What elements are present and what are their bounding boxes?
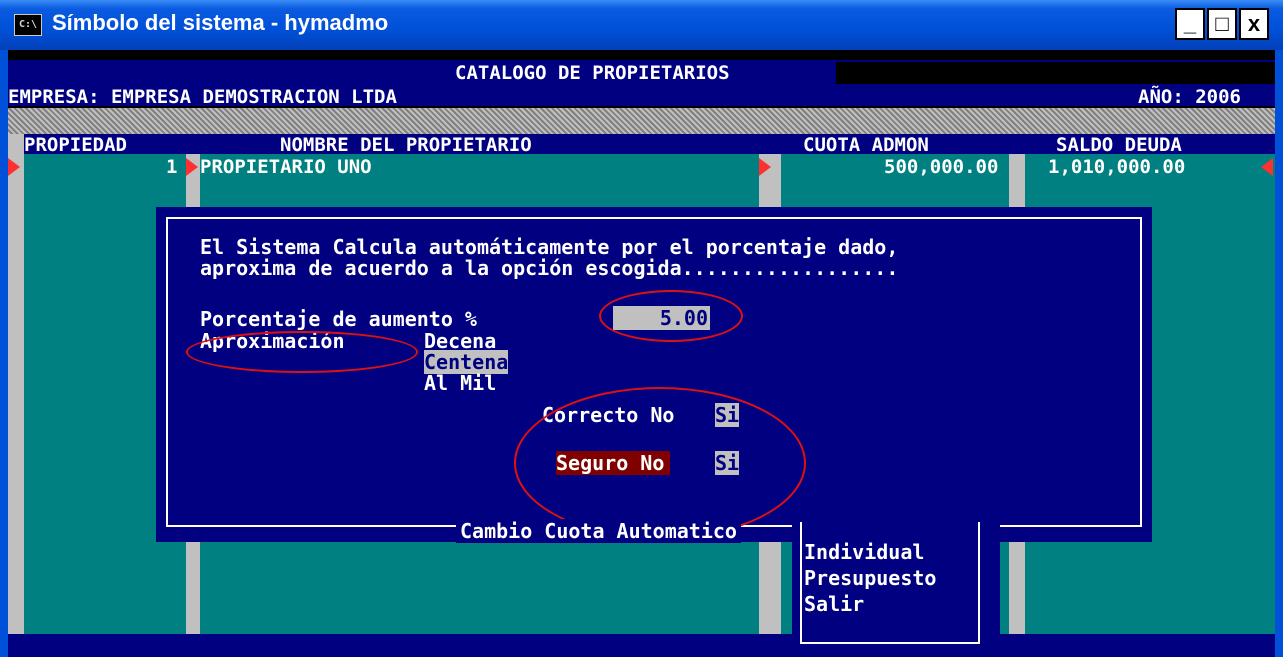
minimize-button[interactable]: _ xyxy=(1175,8,1205,40)
cell-saldo: 1,010,000.00 xyxy=(1048,156,1186,178)
page-title: CATALOGO DE PROPIETARIOS xyxy=(455,62,730,84)
cambio-cuota-dialog: El Sistema Calcula automáticamente por e… xyxy=(156,207,1152,542)
column-header-nombre: NOMBRE DEL PROPIETARIO xyxy=(280,134,532,156)
row-marker-right-icon xyxy=(1261,158,1273,176)
dialog-footer-title: Cambio Cuota Automatico xyxy=(456,519,741,543)
status-bar xyxy=(8,634,1275,657)
console-icon[interactable]: C:\ xyxy=(14,14,42,36)
menu-item-salir[interactable]: Salir xyxy=(804,592,864,616)
window-title: Símbolo del sistema - hymadmo xyxy=(52,10,389,35)
aprox-option-al-mil[interactable]: Al Mil xyxy=(424,371,496,395)
menu-item-individual[interactable]: Individual xyxy=(804,540,924,564)
column-header-cuota: CUOTA ADMON xyxy=(803,134,929,156)
column-divider xyxy=(8,134,24,634)
dialog-text-line2: aproxima de acuerdo a la opción escogida… xyxy=(200,256,899,280)
column-header-propiedad: PROPIEDAD xyxy=(24,134,127,156)
window-frame-left xyxy=(0,50,8,657)
empresa-label: EMPRESA: EMPRESA DEMOSTRACION LTDA xyxy=(8,86,397,108)
annotation-ellipse xyxy=(514,387,806,539)
title-bar[interactable]: C:\ Símbolo del sistema - hymadmo _ □ x xyxy=(0,0,1283,50)
options-menu: Individual Presupuesto Salir xyxy=(792,522,1000,652)
cell-cuota: 500,000.00 xyxy=(884,156,999,178)
column-header-saldo: SALDO DEUDA xyxy=(1056,134,1182,156)
maximize-button[interactable]: □ xyxy=(1207,8,1237,40)
separator-bar xyxy=(8,108,1275,134)
menu-item-presupuesto[interactable]: Presupuesto xyxy=(804,566,936,590)
porcentaje-label: Porcentaje de aumento % xyxy=(200,307,477,331)
window-frame-right xyxy=(1275,50,1283,657)
title-gap xyxy=(836,62,1275,84)
annotation-ellipse xyxy=(599,290,743,342)
console-area: CATALOGO DE PROPIETARIOS EMPRESA: EMPRES… xyxy=(8,50,1275,657)
cell-nombre: PROPIETARIO UNO xyxy=(200,156,372,178)
table-row[interactable]: 1 PROPIETARIO UNO 500,000.00 1,010,000.0… xyxy=(8,156,1275,178)
close-button[interactable]: x xyxy=(1239,8,1269,40)
cell-propiedad: 1 xyxy=(166,156,178,178)
row-marker-left-icon xyxy=(8,158,20,176)
anio-label: AÑO: 2006 xyxy=(1138,86,1241,108)
annotation-ellipse xyxy=(186,331,418,373)
row-marker-icon xyxy=(759,158,771,176)
row-marker-icon xyxy=(186,158,198,176)
